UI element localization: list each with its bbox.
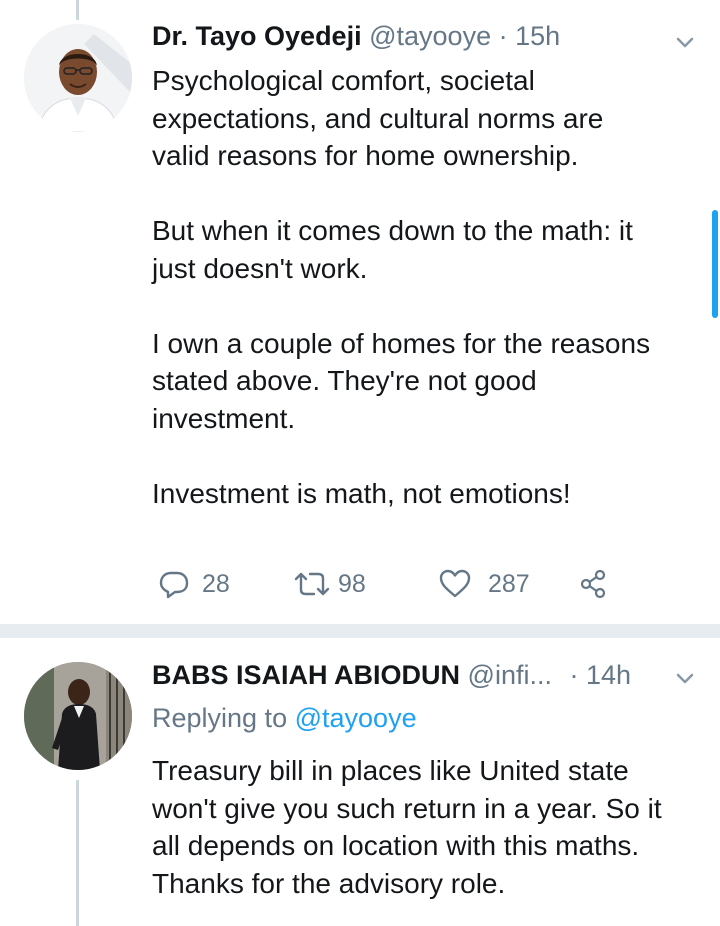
heart-icon <box>438 568 472 600</box>
like-count: 287 <box>488 569 530 598</box>
share-button[interactable] <box>578 564 610 604</box>
avatar[interactable] <box>24 24 132 132</box>
scrollbar[interactable] <box>712 210 718 318</box>
text-line: won't give you such return in a year. So… <box>152 792 662 824</box>
timestamp[interactable]: 14h <box>586 660 631 690</box>
paragraph: I own a couple of homes for the reasons … <box>152 325 697 438</box>
tweet-text: Treasury bill in places like United stat… <box>152 752 697 902</box>
replying-mention-link[interactable]: @tayooye <box>295 703 417 733</box>
text-line: Treasury bill in places like United stat… <box>152 755 629 786</box>
tweet-header: Dr. Tayo Oyedeji @tayooye · 15h <box>152 21 560 52</box>
like-button[interactable]: 287 <box>438 564 530 604</box>
paragraph: Psychological comfort, societal expectat… <box>152 62 697 175</box>
text-line: all depends on location with this maths. <box>152 830 640 861</box>
tweet-actions: 28 98 287 <box>152 564 632 604</box>
author-name[interactable]: BABS ISAIAH ABIODUN <box>152 660 460 690</box>
thread-line-bottom <box>76 780 79 926</box>
text-line: valid reasons for home ownership. <box>152 140 579 171</box>
replying-label: Replying to <box>152 703 288 733</box>
thread-line-top <box>76 0 79 20</box>
text-line: just doesn't work. <box>152 252 368 284</box>
reply-count: 28 <box>202 569 230 598</box>
share-icon <box>578 568 610 600</box>
text-line: investment. <box>152 402 296 434</box>
author-handle[interactable]: @tayooye <box>369 21 491 51</box>
text-line: Thanks for the advisory role. <box>152 867 506 899</box>
retweet-icon <box>292 568 332 600</box>
text-line: stated above. They're not good <box>152 365 537 396</box>
text-line: Investment is math, not emotions! <box>152 477 571 509</box>
separator-dot: · <box>569 660 579 690</box>
retweet-button[interactable]: 98 <box>292 564 366 604</box>
avatar[interactable] <box>24 662 132 770</box>
text-line: expectations, and cultural norms are <box>152 102 604 134</box>
reply-icon <box>158 568 190 600</box>
separator-dot: · <box>498 21 508 51</box>
text-line: Psychological comfort, societal <box>152 65 535 96</box>
tweet-text: Psychological comfort, societal expectat… <box>152 62 697 512</box>
text-line: I own a couple of homes for the reasons <box>152 327 651 359</box>
reply-button[interactable]: 28 <box>158 564 230 604</box>
replying-to: Replying to @tayooye <box>152 703 417 734</box>
author-name[interactable]: Dr. Tayo Oyedeji <box>152 21 362 51</box>
author-handle[interactable]: @infi... <box>468 660 552 690</box>
tweet-divider <box>0 624 720 638</box>
timestamp[interactable]: 15h <box>515 21 560 51</box>
author-photo <box>24 662 132 770</box>
paragraph: But when it comes down to the math: it j… <box>152 212 697 287</box>
paragraph: Investment is math, not emotions! <box>152 475 697 513</box>
author-photo <box>24 24 132 132</box>
retweet-count: 98 <box>338 569 366 598</box>
tweet-header: BABS ISAIAH ABIODUN @infi... · 14h <box>152 660 631 691</box>
chevron-down-icon[interactable] <box>672 30 698 56</box>
chevron-down-icon[interactable] <box>672 666 698 692</box>
text-line: But when it comes down to the math: it <box>152 215 633 246</box>
